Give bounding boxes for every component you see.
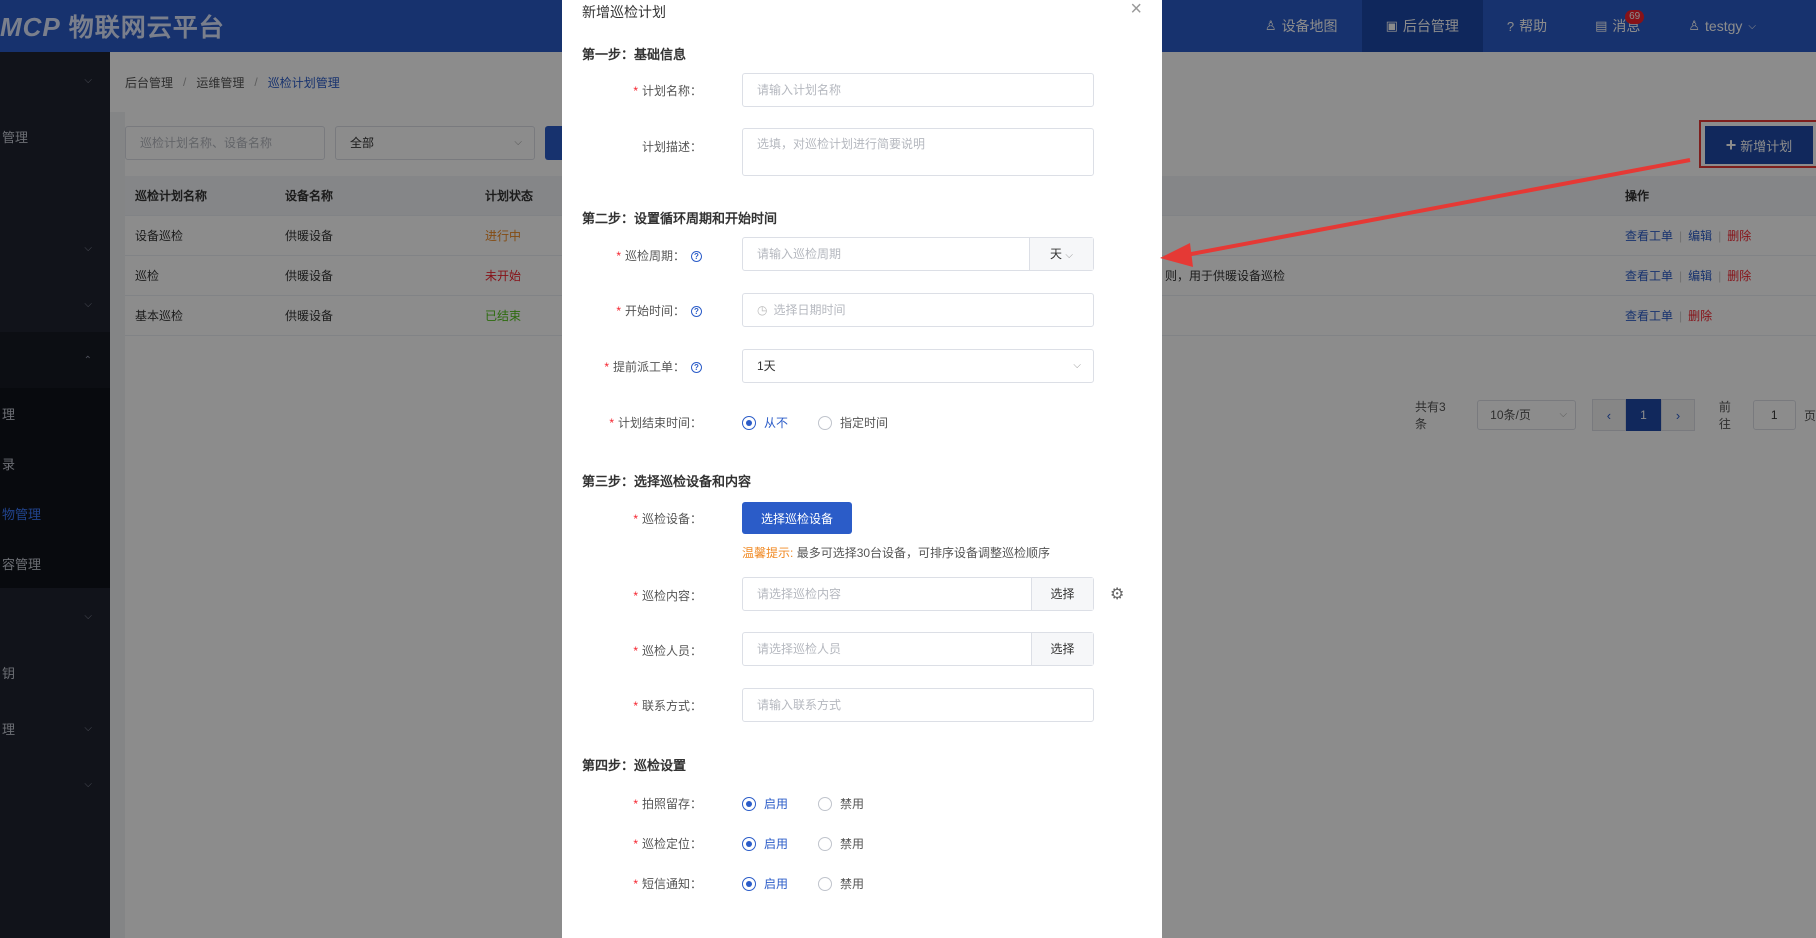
select-content-button[interactable]: 选择 <box>1031 578 1093 610</box>
step-settings: 第四步：巡检设置 <box>582 758 687 773</box>
chevron-down-icon: ⌵ <box>1073 360 1081 371</box>
cycle-unit-select[interactable]: 天 ⌵ <box>1029 238 1093 270</box>
device-tip: 温馨提示: 最多可选择30台设备，可排序设备调整巡检顺序 <box>742 546 1051 560</box>
plan-name-input[interactable]: 请输入计划名称 <box>742 73 1094 107</box>
locate-label: * 巡检定位： <box>633 837 702 851</box>
radio-sms-enable[interactable]: 启用 <box>742 875 788 892</box>
clock-icon: ◷ <box>757 303 768 317</box>
advance-select[interactable]: 1天 ⌵ <box>742 349 1094 383</box>
device-label: * 巡检设备： <box>633 512 702 526</box>
help-icon: ? <box>691 251 702 263</box>
end-time-radio-group: 从不 指定时间 <box>742 414 918 431</box>
photo-label: * 拍照留存： <box>633 797 702 811</box>
gear-icon[interactable]: ⚙ <box>1110 584 1124 604</box>
plan-desc-label: 计划描述： <box>641 140 702 154</box>
staff-input[interactable]: 请选择巡检人员 选择 <box>742 632 1094 666</box>
start-time-label: * 开始时间：? <box>562 302 702 319</box>
dialog-title: 新增巡检计划 <box>582 4 666 20</box>
radio-locate-disable[interactable]: 禁用 <box>818 835 864 852</box>
locate-radio-group: 启用 禁用 <box>742 835 894 852</box>
plan-desc-textarea[interactable]: 选填，对巡检计划进行简要说明 <box>742 128 1094 176</box>
help-icon: ? <box>691 362 702 374</box>
content-input[interactable]: 请选择巡检内容 选择 <box>742 577 1094 611</box>
select-staff-button[interactable]: 选择 <box>1031 633 1093 665</box>
plan-name-label: * 计划名称： <box>633 84 702 98</box>
photo-radio-group: 启用 禁用 <box>742 795 894 812</box>
radio-locate-enable[interactable]: 启用 <box>742 835 788 852</box>
help-icon: ? <box>691 306 702 318</box>
radio-sms-disable[interactable]: 禁用 <box>818 875 864 892</box>
sms-radio-group: 启用 禁用 <box>742 875 894 892</box>
start-time-picker[interactable]: ◷ 选择日期时间 <box>742 293 1094 327</box>
step-cycle: 第二步：设置循环周期和开始时间 <box>582 211 778 226</box>
radio-never[interactable]: 从不 <box>742 414 788 431</box>
advance-label: * 提前派工单：? <box>562 358 702 375</box>
cycle-input[interactable]: 请输入巡检周期 天 ⌵ <box>742 237 1094 271</box>
close-icon[interactable]: × <box>1130 0 1142 21</box>
add-plan-dialog: 新增巡检计划 × 第一步：基础信息 * 计划名称： 请输入计划名称 计划描述： 选… <box>562 0 1162 938</box>
chevron-down-icon: ⌵ <box>1065 250 1073 261</box>
radio-photo-disable[interactable]: 禁用 <box>818 795 864 812</box>
cycle-label: * 巡检周期：? <box>562 247 702 264</box>
sms-label: * 短信通知： <box>633 877 702 891</box>
step-basic-info: 第一步：基础信息 <box>582 47 687 62</box>
contact-label: * 联系方式： <box>633 699 702 713</box>
content-label: * 巡检内容： <box>633 589 702 603</box>
end-time-label: * 计划结束时间： <box>609 416 702 430</box>
radio-specified-time[interactable]: 指定时间 <box>818 414 888 431</box>
staff-label: * 巡检人员： <box>633 644 702 658</box>
select-device-button[interactable]: 选择巡检设备 <box>742 502 852 534</box>
contact-input[interactable]: 请输入联系方式 <box>742 688 1094 722</box>
radio-photo-enable[interactable]: 启用 <box>742 795 788 812</box>
step-devices: 第三步：选择巡检设备和内容 <box>582 474 752 489</box>
